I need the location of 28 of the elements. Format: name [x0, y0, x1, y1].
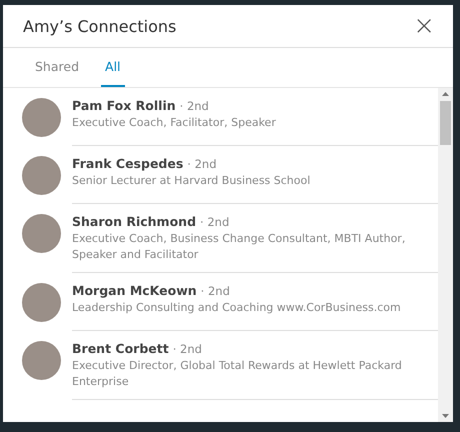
connection-degree: · 2nd — [187, 157, 217, 171]
connection-degree: · 2nd — [172, 342, 202, 356]
avatar-placeholder[interactable] — [22, 98, 61, 137]
scroll-thumb[interactable] — [440, 101, 451, 145]
avatar-placeholder[interactable] — [22, 283, 61, 322]
connection-name[interactable]: Frank Cespedes — [72, 156, 184, 171]
tab[interactable]: All — [101, 48, 125, 87]
connection-name[interactable]: Brent Corbett — [72, 341, 169, 356]
connection-headline: Leadership Consulting and Coaching www.CorBusiness.com — [72, 300, 402, 316]
connection-degree: · 2nd — [180, 99, 209, 113]
close-button[interactable]: × — [411, 13, 437, 39]
connection-headline: Executive Coach, Facilitator, Speaker — [72, 115, 277, 131]
connection-name[interactable]: Sharon Richmond — [72, 214, 196, 229]
tab[interactable]: Shared — [31, 48, 84, 87]
dialog-title: Amy’s Connections — [23, 16, 176, 36]
avatar-placeholder[interactable] — [22, 156, 61, 195]
connection-degree: · 2nd — [200, 284, 230, 298]
connection-degree: · 2nd — [200, 215, 230, 229]
avatar-placeholder[interactable] — [22, 214, 61, 253]
scroll-down-icon[interactable] — [442, 414, 449, 418]
scrollbar[interactable] — [438, 88, 453, 422]
connection-headline: Executive Director, Global Total Rewards at Hewlett Packard Enterprise — [72, 358, 403, 390]
scroll-up-icon[interactable] — [442, 92, 449, 96]
avatar-placeholder[interactable] — [22, 341, 61, 380]
connection-headline: Senior Lecturer at Harvard Business School — [72, 173, 312, 189]
connection-name[interactable]: Pam Fox Rollin — [72, 98, 176, 113]
connection-name[interactable]: Morgan McKeown — [72, 283, 197, 298]
connection-headline: Executive Coach, Business Change Consultant, MBTI Author, Speaker and Facilitator — [72, 231, 406, 263]
